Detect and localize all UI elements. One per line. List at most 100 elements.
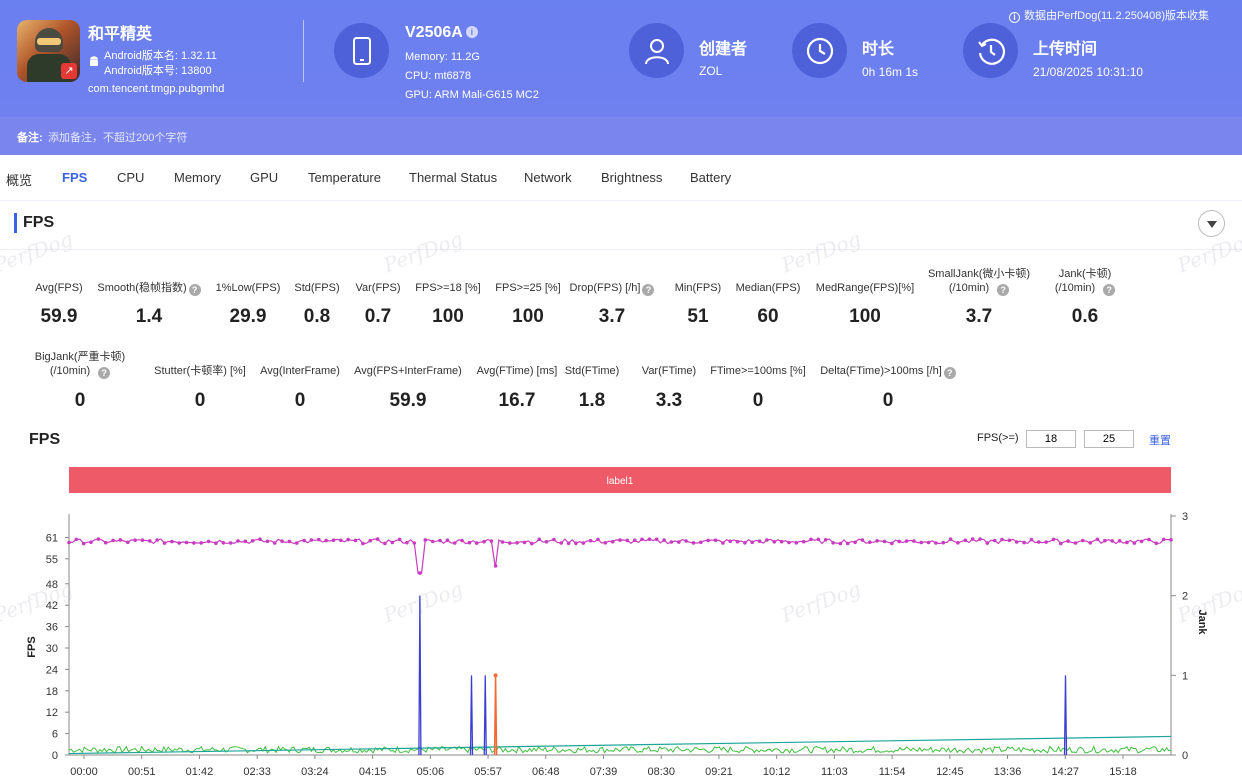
fps-point <box>405 540 409 545</box>
note-label: 备注: <box>17 132 43 144</box>
x-tick-label: 01:42 <box>186 766 214 778</box>
fps-point <box>140 538 145 542</box>
fps-point <box>361 541 365 546</box>
fps-point <box>970 537 975 541</box>
fps-point <box>669 540 674 544</box>
fps-point <box>1147 537 1151 542</box>
fps-point <box>765 538 769 542</box>
y-tick-label-right: 0 <box>1182 750 1188 762</box>
section-title: FPS <box>14 213 54 233</box>
ftime-series-line <box>68 745 1172 754</box>
fps-point <box>214 541 218 545</box>
tab-network[interactable]: Network <box>524 170 572 185</box>
stat-label: Jank(卡顿) (/10min)? <box>995 267 1175 296</box>
fps-point <box>265 539 270 544</box>
fps-point <box>302 538 306 543</box>
fps-point <box>452 541 457 545</box>
fps-point <box>1081 538 1085 543</box>
app-icon: ↗ <box>17 20 80 82</box>
fps-point <box>170 539 174 544</box>
phone-icon <box>334 23 389 78</box>
x-tick-label: 11:54 <box>879 766 906 778</box>
clock-icon <box>792 23 847 78</box>
stat-value: 100 <box>849 306 881 327</box>
fps-point <box>801 539 806 544</box>
x-tick-label: 08:30 <box>647 766 675 778</box>
upload-value: 21/08/2025 10:31:10 <box>1033 65 1144 79</box>
fps-point <box>1029 537 1034 542</box>
fps-point <box>81 541 86 546</box>
y-axis-label-left: FPS <box>26 636 38 657</box>
fps-point <box>919 540 923 545</box>
fps-point <box>574 541 578 546</box>
fps-point <box>258 537 262 541</box>
fps-point <box>941 540 946 545</box>
fps-point <box>654 537 659 542</box>
fps-point <box>691 541 696 545</box>
x-tick-label: 00:51 <box>128 766 156 778</box>
tab-battery[interactable]: Battery <box>690 170 731 185</box>
fps-point <box>280 539 284 543</box>
tab-overview[interactable]: 概览 <box>6 170 32 189</box>
y-axis-label-right: Jank <box>1196 609 1208 635</box>
stat-value: 0.6 <box>1071 306 1099 327</box>
fps-point <box>831 541 835 545</box>
help-icon[interactable]: ? <box>943 367 956 379</box>
device-name: V2506A i <box>405 24 478 42</box>
device-cpu: CPU: mt6878 <box>405 70 472 82</box>
fps-point <box>1125 540 1129 545</box>
fps-point <box>324 538 328 543</box>
fps-point <box>912 539 916 543</box>
fps-point <box>728 539 732 544</box>
x-tick-label: 05:57 <box>474 766 502 778</box>
tab-brightness[interactable]: Brightness <box>601 170 662 185</box>
fps-point <box>368 538 373 543</box>
fps-threshold-input-2[interactable] <box>1084 430 1134 448</box>
fps-point <box>460 538 464 543</box>
fps-point <box>897 539 901 544</box>
label-band-text: label1 <box>607 476 634 487</box>
fps-point <box>493 564 498 568</box>
history-icon <box>963 23 1018 78</box>
tab-fps[interactable]: FPS <box>62 170 87 185</box>
fps-point <box>148 539 152 543</box>
tab-temperature[interactable]: Temperature <box>308 170 381 185</box>
help-icon[interactable]: ? <box>1103 284 1116 296</box>
fps-point <box>287 539 292 544</box>
tab-cpu[interactable]: CPU <box>117 170 144 185</box>
fps-point <box>294 541 299 545</box>
fps-point <box>103 540 108 545</box>
tab-thermal-status[interactable]: Thermal Status <box>409 170 497 185</box>
watermark: PerfDog <box>380 226 466 278</box>
fps-point <box>339 538 343 543</box>
fps-point <box>192 541 196 545</box>
fps-point <box>438 538 442 543</box>
stat-value: 3.7 <box>965 306 993 327</box>
fps-point <box>1139 539 1144 544</box>
collapse-button[interactable] <box>1198 210 1225 237</box>
fps-point <box>272 541 277 545</box>
watermark: PerfDog <box>0 226 76 278</box>
fps-point <box>794 541 799 545</box>
fps-point <box>963 538 968 543</box>
x-tick-label: 02:33 <box>243 766 271 778</box>
info-icon[interactable]: i <box>465 26 478 38</box>
reset-button[interactable]: 重置 <box>1149 432 1171 448</box>
fps-point <box>787 540 791 545</box>
x-tick-label: 14:27 <box>1052 766 1080 778</box>
fps-point <box>1154 541 1159 546</box>
fps-point <box>74 537 79 542</box>
fps-point <box>1110 539 1114 543</box>
info-icon: i <box>1008 12 1020 23</box>
y-tick-label-left: 36 <box>46 622 58 634</box>
device-gpu: GPU: ARM Mali-G615 MC2 <box>405 89 539 101</box>
fps-point <box>566 541 571 546</box>
fps-point <box>530 541 534 546</box>
tab-memory[interactable]: Memory <box>174 170 221 185</box>
help-icon[interactable]: ? <box>98 367 111 379</box>
fps-point <box>934 541 938 545</box>
fps-threshold-input-1[interactable] <box>1026 430 1076 448</box>
note-input[interactable]: 添加备注，不超过200个字符 <box>48 129 187 145</box>
tab-gpu[interactable]: GPU <box>250 170 278 185</box>
android-icon <box>90 56 98 66</box>
